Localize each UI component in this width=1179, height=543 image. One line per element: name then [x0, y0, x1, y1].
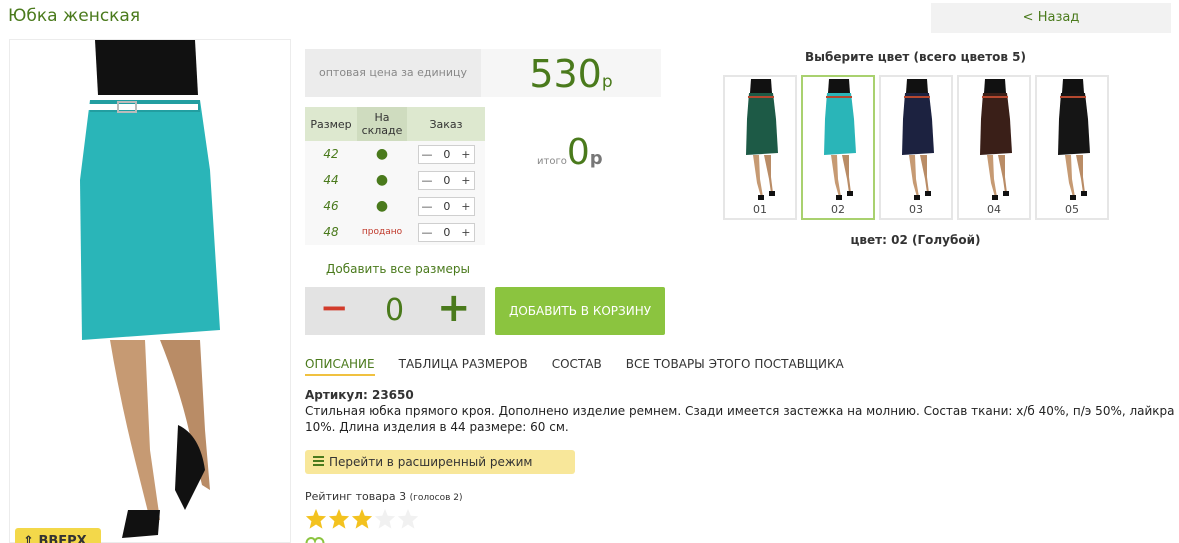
back-button[interactable]: < Назад: [931, 3, 1171, 33]
tab-supplier-products[interactable]: ВСЕ ТОВАРЫ ЭТОГО ПОСТАВЩИКА: [626, 357, 844, 376]
scroll-up-button[interactable]: ⇑ ВВЕРХ: [15, 528, 101, 543]
add-all-sizes-link[interactable]: Добавить все размеры: [326, 262, 470, 276]
page-title: Юбка женская: [8, 6, 141, 26]
star-filled-icon[interactable]: [305, 508, 327, 530]
arrow-up-icon: ⇑: [23, 534, 34, 543]
star-filled-icon[interactable]: [328, 508, 350, 530]
total-currency: р: [589, 148, 603, 169]
quantity-value[interactable]: 0: [385, 293, 404, 328]
product-description: Стильная юбка прямого кроя. Дополнено из…: [305, 404, 1175, 434]
product-sku: Артикул: 23650: [305, 388, 414, 402]
product-tabs: ОПИСАНИЕ ТАБЛИЦА РАЗМЕРОВ СОСТАВ ВСЕ ТОВ…: [305, 357, 844, 376]
price-value: 530р: [481, 49, 661, 97]
skirt-thumbnail: [1058, 79, 1090, 200]
size-table: Размер На складе Заказ 42 ● — 0 + 44 ● — 0 +…: [305, 107, 485, 245]
color-option-label: 04: [987, 203, 1001, 216]
star-empty-icon[interactable]: [374, 508, 396, 530]
product-main-image[interactable]: [9, 39, 291, 543]
star-empty-icon[interactable]: [397, 508, 419, 530]
color-option-02[interactable]: 02: [801, 75, 875, 220]
rating-text: Рейтинг товара 3 (голосов 2): [305, 490, 463, 503]
decrement-button[interactable]: —: [422, 200, 433, 213]
advanced-mode-label: Перейти в расширенный режим: [329, 455, 533, 469]
size-header: Размер: [305, 107, 357, 141]
scroll-up-label: ВВЕРХ: [38, 534, 87, 543]
increment-button[interactable]: +: [461, 226, 470, 239]
decrement-button[interactable]: —: [422, 226, 433, 239]
tab-description[interactable]: ОПИСАНИЕ: [305, 357, 375, 376]
color-picker: 01 02 03 04 05: [723, 75, 1109, 220]
size-value: 48: [305, 219, 357, 245]
skirt-thumbnail: [746, 79, 778, 200]
heart-icon[interactable]: [305, 537, 325, 543]
color-option-05[interactable]: 05: [1035, 75, 1109, 220]
advanced-mode-button[interactable]: Перейти в расширенный режим: [305, 450, 575, 474]
color-option-label: 05: [1065, 203, 1079, 216]
price-number: 530: [529, 52, 602, 96]
increment-button[interactable]: +: [461, 174, 470, 187]
color-option-04[interactable]: 04: [957, 75, 1031, 220]
color-option-01[interactable]: 01: [723, 75, 797, 220]
quantity-stepper: — 0 +: [417, 170, 475, 190]
plus-button[interactable]: +: [437, 285, 471, 331]
table-row: 48 продано — 0 +: [305, 219, 485, 245]
price-label: оптовая цена за единицу: [305, 49, 481, 97]
quantity-value[interactable]: 0: [443, 174, 450, 187]
decrement-button[interactable]: —: [422, 148, 433, 161]
skirt-thumbnail: [902, 79, 934, 200]
quantity-stepper-large: − 0 +: [305, 285, 485, 335]
table-row: 42 ● — 0 +: [305, 141, 485, 167]
rating-stars[interactable]: [305, 508, 419, 530]
star-filled-icon[interactable]: [351, 508, 373, 530]
rating-label: Рейтинг товара 3: [305, 490, 407, 503]
skirt-photo: [80, 40, 220, 538]
sold-out-label: продано: [357, 219, 407, 245]
tab-composition[interactable]: СОСТАВ: [552, 357, 602, 376]
order-total: итого0р: [537, 132, 603, 173]
order-header: Заказ: [407, 107, 485, 141]
color-option-label: 02: [831, 203, 845, 216]
stock-indicator: ●: [357, 141, 407, 167]
stock-header: На складе: [357, 107, 407, 141]
quantity-stepper: — 0 +: [417, 144, 475, 164]
table-row: 44 ● — 0 +: [305, 167, 485, 193]
size-value: 46: [305, 193, 357, 219]
increment-button[interactable]: +: [461, 200, 470, 213]
color-option-03[interactable]: 03: [879, 75, 953, 220]
color-option-label: 03: [909, 203, 923, 216]
size-value: 44: [305, 167, 357, 193]
color-picker-title: Выберите цвет (всего цветов 5): [805, 50, 1026, 64]
size-value: 42: [305, 141, 357, 167]
color-option-label: 01: [753, 203, 767, 216]
quantity-stepper: — 0 +: [417, 222, 475, 242]
table-row: 46 ● — 0 +: [305, 193, 485, 219]
price-currency: р: [601, 72, 613, 92]
total-label: итого: [537, 156, 567, 167]
total-value: 0: [566, 132, 590, 173]
tab-size-chart[interactable]: ТАБЛИЦА РАЗМЕРОВ: [399, 357, 528, 376]
list-icon: [313, 456, 324, 466]
quantity-value[interactable]: 0: [443, 226, 450, 239]
add-to-cart-button[interactable]: ДОБАВИТЬ В КОРЗИНУ: [495, 287, 665, 335]
selected-color-label: цвет: 02 (Голубой): [850, 233, 981, 247]
minus-button[interactable]: −: [320, 288, 349, 328]
quantity-value[interactable]: 0: [443, 200, 450, 213]
increment-button[interactable]: +: [461, 148, 470, 161]
quantity-stepper: — 0 +: [417, 196, 475, 216]
stock-indicator: ●: [357, 167, 407, 193]
skirt-thumbnail: [824, 79, 856, 200]
stock-indicator: ●: [357, 193, 407, 219]
decrement-button[interactable]: —: [422, 174, 433, 187]
skirt-thumbnail: [980, 79, 1012, 200]
rating-votes: (голосов 2): [409, 493, 463, 503]
quantity-value[interactable]: 0: [443, 148, 450, 161]
